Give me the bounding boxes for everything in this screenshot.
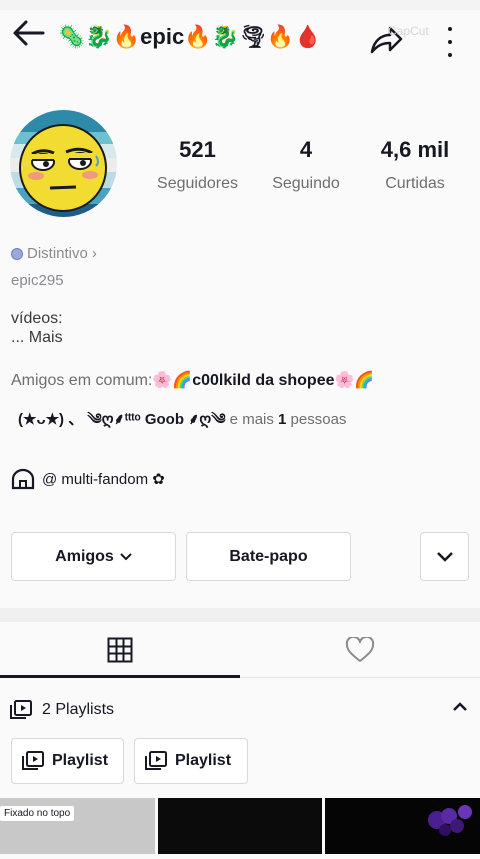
mutual-friend-name: 🌸🌈c00lkild da shopee🌸🌈	[152, 372, 375, 389]
followers-label: Seguidores	[157, 175, 238, 192]
more-dot-icon	[448, 26, 452, 31]
likes-stat[interactable]: 4,6 mil Curtidas	[365, 137, 465, 193]
profile-link[interactable]: @ multi-fandom ✿	[10, 468, 165, 490]
mutual-friends-and-more: e mais	[225, 411, 279, 428]
more-dot-icon	[448, 53, 452, 58]
chevron-right-icon: ›	[91, 245, 97, 262]
likes-count: 4,6 mil	[380, 137, 450, 162]
followers-count: 521	[179, 137, 216, 162]
mutual-friends-line2[interactable]: (★ᴗ★) 、 ༄ღ⸙ᵗᵗᵗᵒ Goob ⸙ღ༄ e mais 1 pessoa…	[18, 403, 346, 445]
mutual-friends-line1[interactable]: Amigos em comum:🌸🌈c00lkild da shopee🌸🌈	[11, 370, 374, 390]
badge-link[interactable]: Distintivo ›	[11, 245, 97, 262]
username: epic295	[11, 272, 64, 289]
profile-link-text: @ multi-fandom ✿	[42, 471, 165, 488]
video-thumbnail[interactable]	[158, 798, 322, 854]
playlist-icon	[145, 751, 167, 770]
back-arrow-icon	[13, 20, 45, 46]
chevron-down-icon	[120, 552, 132, 560]
chat-button[interactable]: Bate-papo	[186, 532, 351, 581]
more-dot-icon	[448, 39, 452, 44]
friends-button-label: Amigos	[55, 547, 114, 565]
back-button[interactable]	[8, 16, 48, 50]
playlist-chip[interactable]: Playlist	[11, 738, 124, 784]
link-shop-icon	[11, 468, 35, 490]
capcut-watermark: CapCut	[388, 24, 429, 38]
playlist-chip-label: Playlist	[52, 752, 109, 769]
video-thumbnail[interactable]	[325, 798, 480, 854]
content-tabs	[0, 622, 480, 678]
more-options-button[interactable]	[438, 22, 462, 62]
grid-icon	[107, 637, 133, 663]
suggestions-toggle-button[interactable]	[420, 532, 469, 581]
active-tab-indicator	[0, 675, 240, 678]
status-bar	[0, 0, 480, 10]
profile-title: 🦠🐉🔥epic🔥🐉🌪🔥🩸	[58, 24, 322, 49]
mutual-friends-people: pessoas	[286, 411, 347, 428]
badge-icon	[11, 247, 23, 260]
tab-videos[interactable]	[0, 622, 240, 678]
friends-button[interactable]: Amigos	[11, 532, 176, 581]
bio-more-link[interactable]: ... Mais	[11, 329, 63, 347]
following-stat[interactable]: 4 Seguindo	[262, 137, 350, 193]
likes-label: Curtidas	[385, 175, 445, 192]
chevron-up-icon	[453, 702, 467, 711]
badge-label: Distintivo	[27, 245, 88, 262]
followers-stat[interactable]: 521 Seguidores	[150, 137, 245, 193]
following-label: Seguindo	[272, 175, 340, 192]
playlists-count-label: 2 Playlists	[42, 701, 115, 718]
playlist-chip-label: Playlist	[175, 752, 232, 769]
following-count: 4	[299, 137, 313, 162]
chat-button-label: Bate-papo	[229, 547, 308, 565]
mutual-friend-name: (★ᴗ★) 、 ༄ღ⸙ᵗᵗᵗᵒ Goob ⸙ღ༄	[18, 411, 226, 428]
pinned-badge: Fixado no topo	[0, 806, 75, 821]
collapse-playlists-button[interactable]	[452, 700, 468, 718]
playlist-chip[interactable]: Playlist	[134, 738, 248, 784]
mutual-friends-label: Amigos em comum:	[11, 372, 153, 389]
playlists-header[interactable]: 2 Playlists	[10, 697, 470, 723]
section-divider	[0, 608, 480, 622]
avatar[interactable]	[10, 110, 117, 217]
bio-text: vídeos:	[11, 310, 63, 327]
chevron-down-icon	[436, 551, 453, 562]
playlist-icon	[10, 700, 32, 719]
flower-image	[428, 805, 472, 836]
avatar-face-image	[10, 110, 117, 217]
playlist-icon	[22, 751, 44, 770]
tab-liked[interactable]	[240, 622, 480, 678]
heart-icon	[345, 637, 375, 662]
